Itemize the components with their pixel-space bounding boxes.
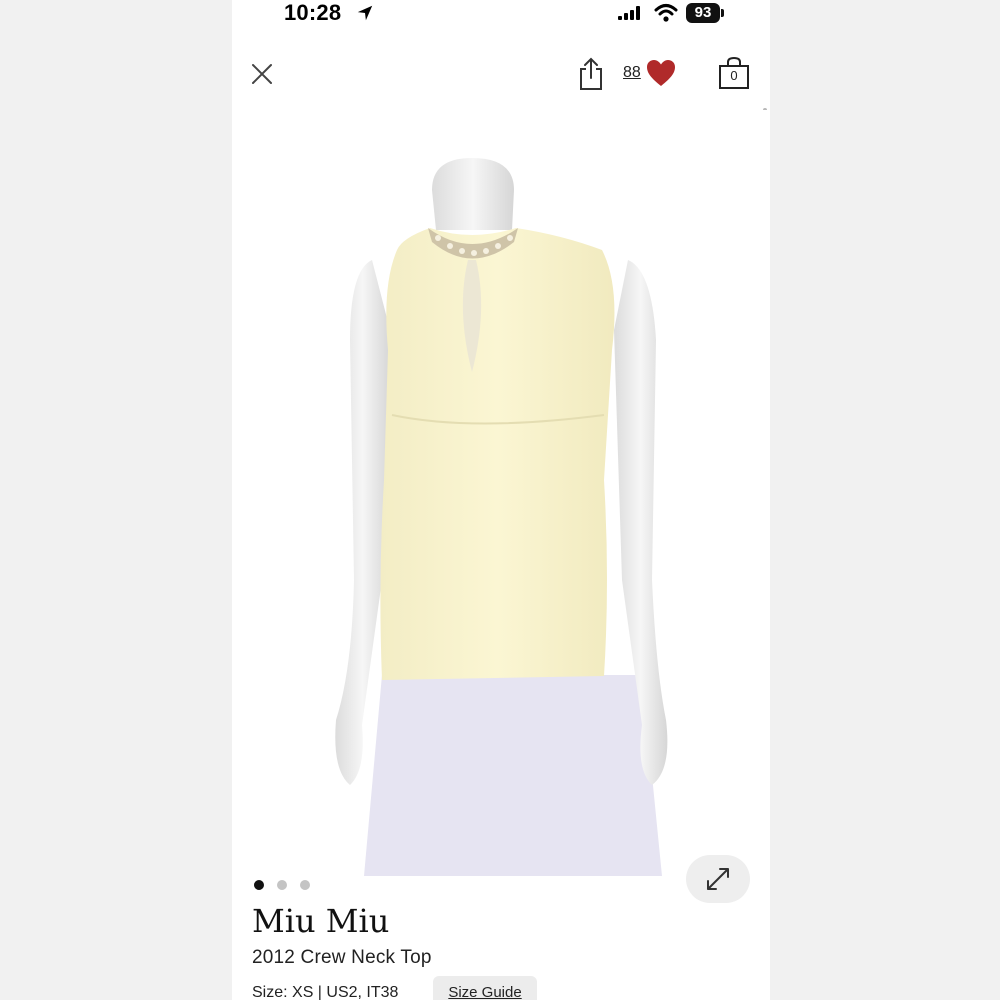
carousel-dot-2[interactable]	[277, 880, 287, 890]
expand-image-button[interactable]	[686, 855, 750, 903]
expand-icon	[707, 868, 729, 890]
carousel-dots	[254, 880, 310, 892]
size-info: Size: XS | US2, IT38	[252, 984, 399, 1000]
battery-level: 93	[686, 3, 720, 23]
cellular-signal-icon	[618, 6, 640, 20]
status-bar: 10:28 93	[232, 0, 770, 30]
background-right	[770, 0, 1000, 1000]
carousel-dot-3[interactable]	[300, 880, 310, 890]
battery-nub	[721, 9, 724, 17]
close-icon[interactable]	[248, 60, 276, 88]
product-image[interactable]	[232, 110, 770, 876]
brand-name[interactable]: Miu Miu	[252, 902, 389, 940]
bag-count: 0	[730, 68, 738, 83]
status-time: 10:28	[284, 0, 342, 25]
carousel-dot-1[interactable]	[254, 880, 264, 890]
wifi-icon	[654, 4, 678, 22]
size-guide-button[interactable]: Size Guide	[433, 976, 537, 1000]
app-screen: 10:28 93 88 0 Miu Miu 2012 Crew Neck Top…	[232, 0, 770, 1000]
likes-count[interactable]: 88	[623, 64, 641, 82]
heart-icon[interactable]	[645, 58, 677, 88]
share-icon[interactable]	[576, 56, 606, 92]
background-left	[0, 0, 232, 1000]
location-arrow-icon	[357, 5, 373, 21]
product-title: 2012 Crew Neck Top	[252, 947, 432, 968]
